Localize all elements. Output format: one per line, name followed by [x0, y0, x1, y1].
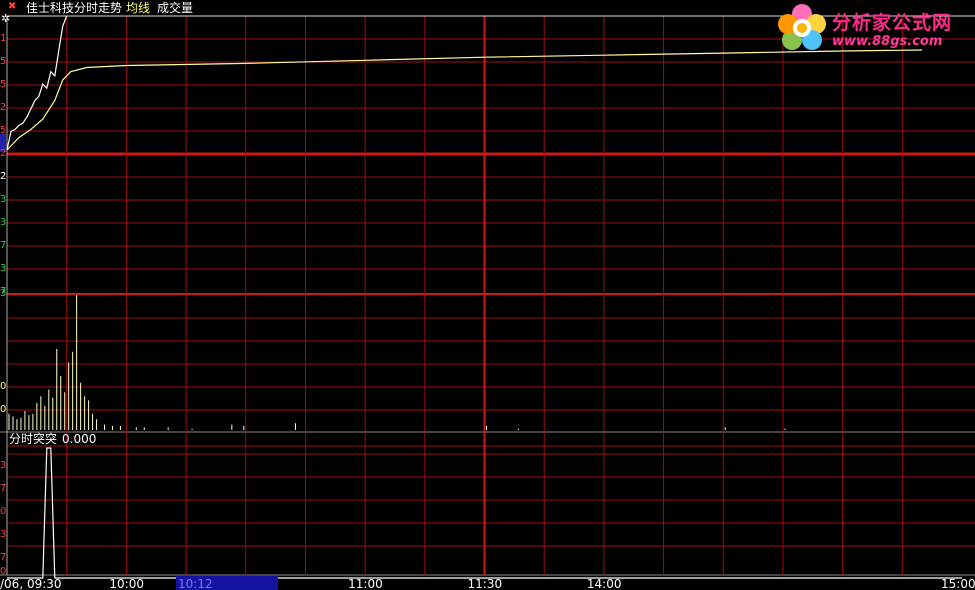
y-tick-label: 3: [0, 217, 7, 228]
logo-url: www.88gs.com: [832, 34, 943, 49]
y-tick-label: 7: [0, 483, 7, 494]
price-series-line: [6, 15, 68, 151]
time-tick-label: 11:30: [467, 577, 503, 590]
avg-line-label: 均线: [126, 1, 151, 15]
y-tick-label: 7: [0, 240, 7, 251]
avg-series-line: [6, 49, 923, 151]
chart-title: 佳士科技分时走势: [26, 1, 123, 15]
logo-title: 分析家公式网: [832, 12, 953, 34]
time-tick-label: 14:00: [586, 577, 622, 590]
indicator-label: 分时突突: [9, 432, 58, 446]
time-cursor-label: 10:12: [178, 577, 213, 590]
y-tick-label: 0: [0, 506, 7, 517]
y-tick-label: 5: [0, 56, 7, 67]
y-tick-label: 2: [0, 102, 7, 113]
time-tick-label: 15:00: [941, 577, 975, 590]
settings-gear-icon[interactable]: ✲: [1, 12, 10, 26]
time-tick-label: 10:00: [109, 577, 144, 590]
y-tick-label: 1: [0, 33, 7, 44]
y-tick-label: 2: [0, 171, 7, 182]
time-tick-label: /06, 09:30: [0, 577, 62, 590]
y-tick-label: 3: [0, 263, 7, 274]
y-tick-label: 5: [0, 125, 7, 136]
y-tick-label: 2: [0, 148, 7, 159]
indicator-value: 0.000: [62, 432, 97, 446]
intraday-chart-window: ✖ 佳士科技分时走势 均线 成交量 ✲ 分时突突 0.000 155252233…: [0, 0, 975, 590]
y-tick-label: 3: [0, 194, 7, 205]
volume-label: 成交量: [157, 1, 194, 15]
y-tick-label: 5: [0, 79, 7, 90]
y-tick-label: 0: [0, 381, 7, 392]
y-tick-label: 3: [0, 529, 7, 540]
y-tick-label: 3: [0, 460, 7, 471]
flower-logo-icon: [778, 4, 826, 50]
y-tick-label: 7: [0, 552, 7, 563]
y-tick-label: 0: [0, 404, 7, 415]
chart-canvas[interactable]: [0, 0, 975, 590]
time-tick-label: 11:00: [348, 577, 383, 590]
y-tick-label: 3: [0, 288, 7, 299]
site-logo: 分析家公式网 www.88gs.com: [774, 2, 975, 54]
